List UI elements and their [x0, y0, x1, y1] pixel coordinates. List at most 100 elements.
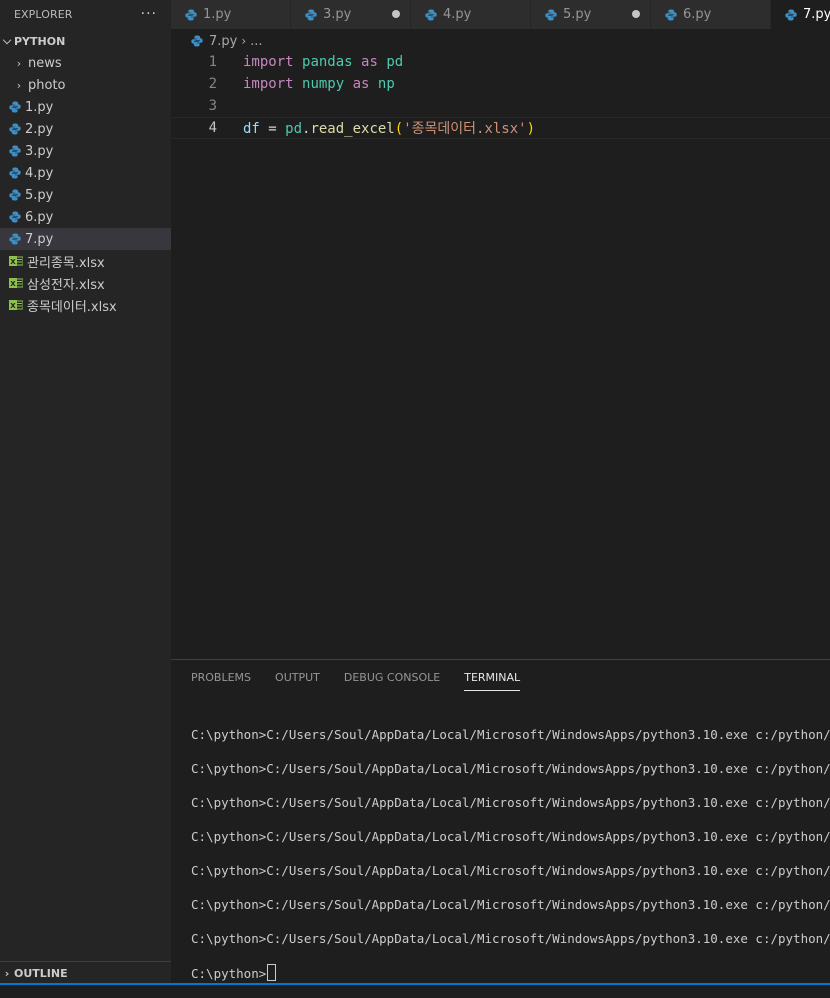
tab-5-py[interactable]: 5.py	[531, 0, 651, 29]
tab-3-py[interactable]: 3.py	[291, 0, 411, 29]
tree-item-3-py[interactable]: 3.py	[0, 140, 171, 162]
tree-item-label: photo	[28, 77, 66, 93]
breadcrumb-rest[interactable]: ...	[250, 34, 262, 49]
panel-tab-debug-console[interactable]: DEBUG CONSOLE	[344, 671, 440, 691]
tree-item-label: 4.py	[25, 165, 54, 181]
tab-6-py[interactable]: 6.py	[651, 0, 771, 29]
tree-item-label: 관리종목.xlsx	[27, 255, 105, 271]
code-token: np	[377, 76, 395, 92]
tree-item-photo[interactable]: › photo	[0, 74, 171, 96]
code-editor[interactable]: 1 import pandas as pd 2 import numpy as np 3…	[171, 51, 830, 659]
chevron-right-icon: ›	[16, 78, 22, 92]
line-number: 1	[208, 54, 217, 70]
line-code: import pandas as pd	[243, 54, 403, 70]
panel-tab-terminal[interactable]: TERMINAL	[464, 671, 521, 691]
code-token: df	[243, 121, 260, 137]
python-file-icon	[785, 9, 797, 20]
file-tree: › news › photo 1.py 2.py 3.py 4.py 5.py 6.py 7.py X…	[0, 52, 171, 316]
terminal-line: C:\python>C:/Users/Soul/AppData/Local/Mi…	[191, 727, 830, 742]
line-number: 2	[208, 76, 217, 92]
python-file-icon	[9, 233, 21, 245]
python-file-icon	[185, 9, 197, 20]
tree-item-xlsx[interactable]: X 관리종목.xlsx	[0, 250, 171, 272]
workspace-folder-label: PYTHON	[14, 34, 66, 48]
more-actions-icon[interactable]: ···	[141, 6, 157, 22]
terminal-line: C:\python>C:/Users/Soul/AppData/Local/Mi…	[191, 931, 830, 946]
terminal-line: C:\python>C:/Users/Soul/AppData/Local/Mi…	[191, 897, 830, 912]
tree-item-label: news	[28, 55, 62, 71]
terminal-line: C:\python>C:/Users/Soul/AppData/Local/Mi…	[191, 863, 830, 878]
python-file-icon	[191, 35, 203, 47]
bottom-panel: PROBLEMS OUTPUT DEBUG CONSOLE TERMINAL C:\p…	[171, 659, 830, 986]
chevron-right-icon: ›	[16, 56, 22, 70]
terminal[interactable]: C:\python>C:/Users/Soul/AppData/Local/Mi…	[191, 726, 830, 998]
code-token: numpy	[302, 76, 345, 92]
tab-label: 3.py	[323, 7, 352, 22]
panel-tab-output[interactable]: OUTPUT	[275, 671, 320, 691]
python-file-icon	[9, 123, 21, 135]
workspace-folder[interactable]: ⌵ PYTHON	[0, 30, 171, 52]
code-line[interactable]: 4 df = pd.read_excel('종목데이터.xlsx')	[171, 117, 830, 139]
tab-4-py[interactable]: 4.py	[411, 0, 531, 29]
line-number: 3	[208, 98, 217, 114]
panel-tabs: PROBLEMS OUTPUT DEBUG CONSOLE TERMINAL	[191, 671, 544, 691]
chevron-right-icon: ›	[241, 34, 247, 48]
code-token: import	[243, 54, 294, 70]
tree-item-5-py[interactable]: 5.py	[0, 184, 171, 206]
terminal-line: C:\python>C:/Users/Soul/AppData/Local/Mi…	[191, 761, 830, 776]
code-token: pd	[285, 121, 303, 137]
tree-item-label: 7.py	[25, 231, 54, 247]
svg-text:X: X	[10, 258, 16, 266]
line-code: import numpy as np	[243, 76, 395, 92]
tree-item-2-py[interactable]: 2.py	[0, 118, 171, 140]
terminal-prompt[interactable]: C:\python>	[191, 964, 830, 998]
tree-item-xlsx[interactable]: X 삼성전자.xlsx	[0, 272, 171, 294]
code-line[interactable]: 2 import numpy as np	[171, 73, 830, 95]
tab-7-py[interactable]: 7.py	[771, 0, 830, 29]
code-token: )	[526, 121, 536, 137]
tab-label: 5.py	[563, 7, 592, 22]
tab-label: 7.py	[803, 7, 830, 22]
tree-item-1-py[interactable]: 1.py	[0, 96, 171, 118]
code-token: as	[361, 54, 378, 70]
chevron-down-icon: ⌵	[2, 34, 12, 47]
python-file-icon	[425, 9, 437, 20]
python-file-icon	[545, 9, 557, 20]
tab-label: 1.py	[203, 7, 232, 22]
breadcrumb-file[interactable]: 7.py	[209, 34, 237, 49]
explorer-title: EXPLORER	[14, 7, 73, 21]
tree-item-label: 종목데이터.xlsx	[27, 299, 117, 315]
tree-item-4-py[interactable]: 4.py	[0, 162, 171, 184]
tab-label: 6.py	[683, 7, 712, 22]
outline-section[interactable]: › OUTLINE	[0, 961, 171, 984]
svg-text:X: X	[10, 302, 16, 310]
chevron-right-icon: ›	[4, 966, 10, 980]
tree-item-label: 삼성전자.xlsx	[27, 277, 105, 293]
python-file-icon	[9, 145, 21, 157]
python-file-icon	[305, 9, 317, 20]
breadcrumb: 7.py › ...	[191, 31, 263, 51]
code-token: import	[243, 76, 294, 92]
code-line[interactable]: 3	[171, 95, 830, 117]
tab-label: 4.py	[443, 7, 472, 22]
code-token: pandas	[302, 54, 353, 70]
code-line[interactable]: 1 import pandas as pd	[171, 51, 830, 73]
code-token: (	[394, 121, 404, 137]
terminal-line: C:\python>C:/Users/Soul/AppData/Local/Mi…	[191, 829, 830, 844]
tree-item-7-py[interactable]: 7.py	[0, 228, 171, 250]
excel-file-icon: X	[9, 278, 23, 288]
tree-item-xlsx[interactable]: X 종목데이터.xlsx	[0, 294, 171, 316]
tree-item-news[interactable]: › news	[0, 52, 171, 74]
tree-item-6-py[interactable]: 6.py	[0, 206, 171, 228]
tree-item-label: 2.py	[25, 121, 54, 137]
unsaved-dot-icon	[392, 10, 400, 18]
svg-text:X: X	[10, 280, 16, 288]
panel-tab-problems[interactable]: PROBLEMS	[191, 671, 251, 691]
tree-item-label: 6.py	[25, 209, 54, 225]
tab-1-py[interactable]: 1.py	[171, 0, 291, 29]
python-file-icon	[9, 101, 21, 113]
